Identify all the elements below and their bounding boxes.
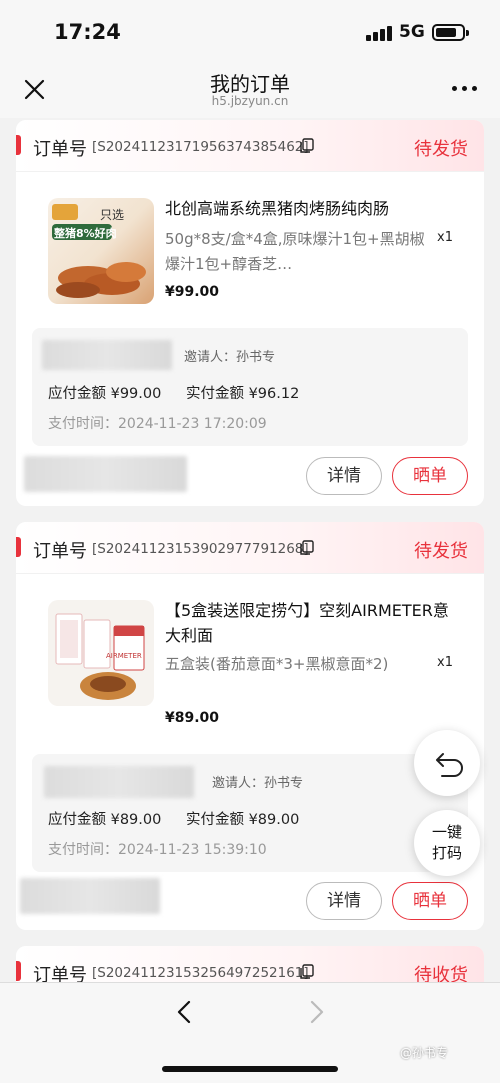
order-label: 订单号 [33,541,87,562]
product-spec: 50g*8支/盒*4盒,原味爆汁1包+黑胡椒爆汁1包+醇香芝… [165,230,425,273]
print-label: 一键打码 [431,823,462,862]
order-card: 订单号 [S20241123171956374385462] 待发货 只选 整猪… [16,120,484,506]
bottom-toolbar: @孙书专 [0,982,500,1083]
paid-amount: 实付金额 ¥96.12 [185,386,300,402]
inviter-text: 邀请人：孙书专 [212,776,304,791]
amount-line: 应付金额 ¥99.00 实付金额 ¥96.12 [48,382,319,403]
product-image[interactable]: 只选 整猪8%好肉 [48,198,154,304]
product-qty: x1 [437,655,453,670]
paid-amount: 实付金额 ¥89.00 [185,812,300,828]
pay-time: 支付时间：2024-11-23 15:39:10 [48,842,267,858]
redacted-block [42,340,172,370]
order-info: 邀请人：孙书专 应付金额 ¥99.00 实付金额 ¥96.12 支付时间：202… [32,328,468,446]
page-title: 我的订单 [210,72,290,96]
share-review-button[interactable]: 晒单 [392,882,468,920]
home-indicator [162,1066,338,1072]
status-time: 17:24 [54,20,121,44]
product-name[interactable]: 北创高端系统黑猪肉烤肠纯肉肠 [165,196,455,221]
page-domain: h5.jbzyun.cn [211,94,289,108]
product-image-text: 只选 [100,208,125,222]
payable-amount: 应付金额 ¥99.00 [48,386,162,402]
one-click-print-button[interactable]: 一键打码 [414,810,480,876]
payable-amount: 应付金额 ¥89.00 [48,812,162,828]
pay-time: 支付时间：2024-11-23 17:20:09 [48,416,267,432]
product-image-text: AIRMETER [106,652,142,660]
order-label: 订单号 [33,139,87,160]
return-top-button[interactable] [414,730,480,796]
product-image-text: 整猪8%好肉 [54,227,117,240]
order-status: 待发货 [414,541,468,562]
signal-icon [366,25,392,41]
inviter-text: 邀请人：孙书专 [184,350,276,365]
product-qty: x1 [437,230,453,245]
redacted-block [44,766,194,798]
copy-icon[interactable] [299,540,315,556]
network-label: 5G [399,22,425,42]
share-review-button[interactable]: 晒单 [392,457,468,495]
status-bar: 17:24 5G [0,0,500,62]
battery-icon [432,24,469,41]
order-header: 订单号 [S20241123171956374385462] 待发货 [16,120,484,172]
product-price: ¥89.00 [165,710,220,726]
product-spec: 五盒装(番茄意面*3+黑椒意面*2) [165,655,389,673]
redacted-block [20,878,160,914]
more-button[interactable] [452,84,478,94]
order-header: 订单号 [S20241123153902977791268] 待发货 [16,522,484,574]
amount-line: 应付金额 ¥89.00 实付金额 ¥89.00 [48,808,319,829]
product-image[interactable]: AIRMETER [48,600,154,706]
return-arrow-icon [436,753,463,777]
detail-button[interactable]: 详情 [306,882,382,920]
order-status: 待发货 [414,139,468,160]
copy-icon[interactable] [299,138,315,154]
product-name[interactable]: 【5盒装送限定捞勺】空刻AIRMETER意大利面 [165,598,455,648]
back-arrow-icon[interactable] [174,999,196,1025]
order-number: [S20241123153902977791268] [92,541,309,557]
nav-bar: 我的订单 h5.jbzyun.cn [0,62,500,118]
redacted-block [24,456,187,492]
order-number: [S20241123153256497252161] [92,965,309,981]
order-number: [S20241123171956374385462] [92,139,309,155]
watermark: @孙书专 [400,1046,449,1060]
forward-arrow-icon[interactable] [305,999,327,1025]
order-info: 邀请人：孙书专 应付金额 ¥89.00 实付金额 ¥89.00 支付时间：202… [32,754,468,872]
product-price: ¥99.00 [165,284,220,300]
detail-button[interactable]: 详情 [306,457,382,495]
copy-icon[interactable] [299,964,315,980]
order-card: 订单号 [S20241123153902977791268] 待发货 AIRME… [16,522,484,930]
